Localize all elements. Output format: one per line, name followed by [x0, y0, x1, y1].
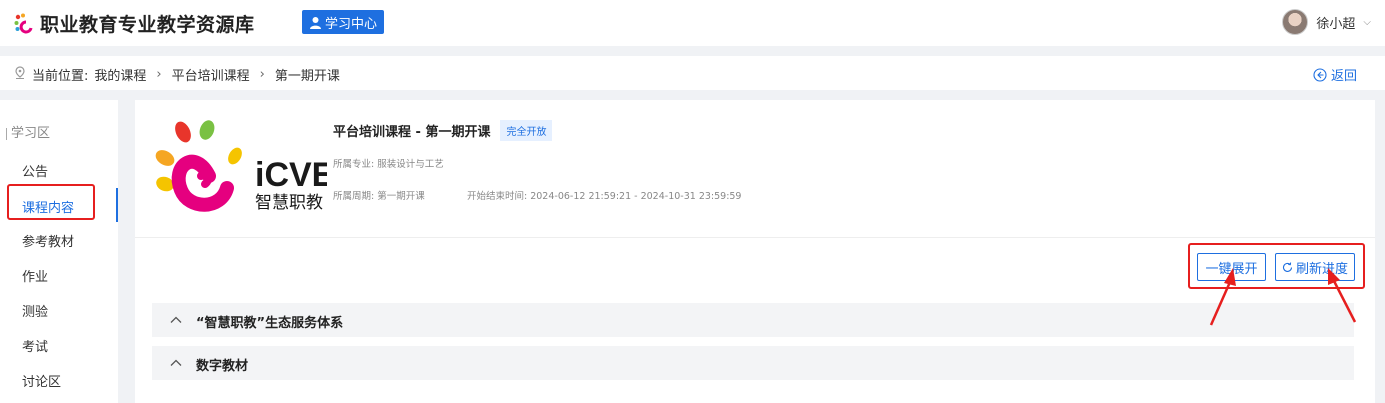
sidebar-item-reference-books[interactable]: 参考教材	[22, 231, 74, 250]
avatar[interactable]	[1282, 9, 1309, 35]
logo-mark-icon	[14, 13, 33, 33]
course-logo-brand: iCVE	[255, 156, 327, 194]
course-title-row: 平台培训课程 - 第一期开课 完全开放	[333, 120, 553, 141]
breadcrumb-item-current: 第一期开课	[274, 69, 340, 84]
breadcrumb-prefix: 当前位置:	[32, 69, 89, 84]
expand-all-label: 一键展开	[1205, 261, 1258, 277]
chevron-down-icon: ⌵	[1363, 16, 1371, 28]
expand-all-button[interactable]: 一键展开	[1197, 253, 1266, 281]
main-content: iCVE 智慧职教 平台培训课程 - 第一期开课 完全开放 所属专业: 服装设计…	[135, 100, 1375, 403]
chapter-section-ecosystem[interactable]: “智慧职教”生态服务体系	[152, 303, 1354, 337]
sidebar-item-announcement[interactable]: 公告	[22, 161, 48, 180]
divider	[135, 237, 1375, 238]
sidebar: 学习区 公告 课程内容 参考教材 作业 测验 考试 讨论区	[0, 100, 118, 403]
breadcrumb-item-course[interactable]: 平台培训课程	[172, 65, 250, 84]
course-time-range: 开始结束时间: 2024-06-12 21:59:21 - 2024-10-31…	[467, 191, 742, 202]
status-badge: 完全开放	[500, 120, 553, 141]
user-menu[interactable]: 徐小超 ⌵	[1282, 9, 1371, 35]
chevron-up-icon[interactable]	[169, 313, 183, 327]
course-period: 所属周期: 第一期开课	[333, 191, 425, 202]
breadcrumb-separator-icon: ›	[259, 67, 265, 82]
site-title: 职业教育专业教学资源库	[40, 14, 255, 36]
breadcrumb-bar: 当前位置: 我的课程 › 平台培训课程 › 第一期开课 返回	[0, 56, 1385, 90]
sidebar-section-title: 学习区	[6, 127, 50, 140]
study-center-button[interactable]: 学习中心	[302, 10, 385, 34]
site-logo[interactable]: 职业教育专业教学资源库	[14, 10, 255, 37]
back-link[interactable]: 返回	[1313, 65, 1357, 84]
course-cover-image: iCVE 智慧职教	[155, 120, 327, 213]
back-label: 返回	[1330, 69, 1357, 84]
course-title: 平台培训课程 - 第一期开课	[333, 125, 491, 140]
refresh-progress-label: 刷新进度	[1295, 261, 1348, 277]
course-info: 平台培训课程 - 第一期开课 完全开放 所属专业: 服装设计与工艺 所属周期: …	[333, 120, 741, 202]
user-name: 徐小超	[1316, 16, 1356, 32]
breadcrumb-item-my-courses[interactable]: 我的课程	[94, 65, 146, 84]
course-major: 所属专业: 服装设计与工艺	[333, 159, 444, 170]
user-icon	[310, 16, 321, 29]
top-navbar: 职业教育专业教学资源库 学习中心 徐小超 ⌵	[0, 0, 1385, 46]
breadcrumb-separator-icon: ›	[156, 67, 162, 82]
study-center-label: 学习中心	[325, 16, 378, 32]
chapter-section-digital-textbook[interactable]: 数字教材	[152, 346, 1354, 380]
refresh-icon	[1283, 262, 1293, 272]
chapter-title: “智慧职教”生态服务体系	[196, 316, 344, 331]
sidebar-item-discussion[interactable]: 讨论区	[22, 371, 61, 390]
sidebar-item-exam[interactable]: 考试	[22, 336, 48, 355]
chevron-up-icon[interactable]	[169, 356, 183, 370]
refresh-progress-button[interactable]: 刷新进度	[1275, 253, 1355, 281]
course-logo-subtitle: 智慧职教	[255, 193, 323, 213]
back-arrow-icon	[1313, 67, 1327, 82]
breadcrumb: 当前位置: 我的课程 › 平台培训课程 › 第一期开课	[14, 65, 340, 84]
sidebar-item-quiz[interactable]: 测验	[22, 301, 48, 320]
chapter-title: 数字教材	[196, 359, 249, 374]
sidebar-item-homework[interactable]: 作业	[22, 266, 48, 285]
location-pin-icon	[14, 66, 26, 83]
highlight-box	[7, 184, 95, 220]
